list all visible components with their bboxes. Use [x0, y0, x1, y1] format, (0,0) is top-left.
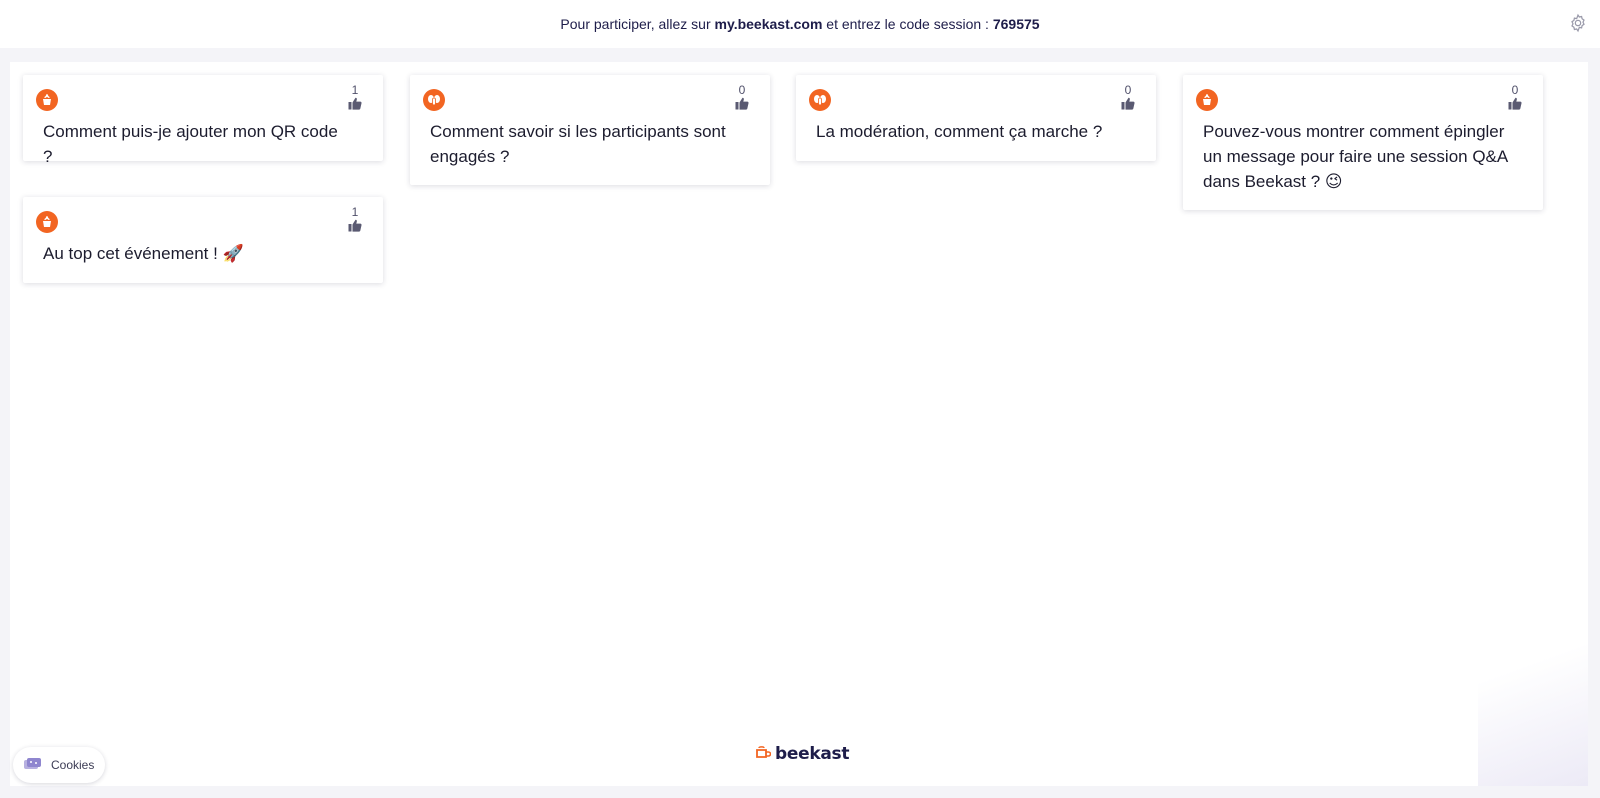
like-button[interactable]: 0	[1120, 83, 1136, 115]
like-count: 0	[1511, 83, 1519, 97]
site-link[interactable]: my.beekast.com	[715, 16, 823, 32]
settings-button[interactable]	[1568, 13, 1588, 36]
message-text: La modération, comment ça marche ?	[816, 122, 1103, 141]
message-card[interactable]: 0 Comment savoir si les participants son…	[410, 75, 770, 185]
decorative-shape	[1478, 586, 1588, 786]
session-code: 769575	[992, 16, 1040, 32]
session-banner: Pour participer, allez sur my.beekast.co…	[0, 0, 1600, 48]
message-card[interactable]: 0 Pouvez-vous montrer comment épingler u…	[1183, 75, 1543, 210]
bee-wings-icon	[423, 89, 445, 111]
bee-hat-icon	[1196, 89, 1218, 111]
gear-icon	[1568, 13, 1588, 36]
cookie-icon	[23, 757, 43, 774]
thumbs-up-icon	[1121, 97, 1135, 115]
banner-text: Pour participer, allez sur my.beekast.co…	[560, 16, 1040, 32]
message-text: Comment puis-je ajouter mon QR code ?	[43, 122, 338, 166]
cookies-button[interactable]: Cookies	[13, 747, 105, 783]
thumbs-up-icon	[735, 97, 749, 115]
thumbs-up-icon	[348, 219, 362, 237]
beekast-logo: beekast	[755, 744, 849, 764]
like-button[interactable]: 0	[1507, 83, 1523, 115]
message-wall: 1 Comment puis-je ajouter mon QR code ? …	[10, 62, 1588, 786]
message-card[interactable]: 1 Comment puis-je ajouter mon QR code ?	[23, 75, 383, 166]
beekast-logo-icon	[755, 745, 772, 764]
like-button[interactable]: 0	[734, 83, 750, 115]
message-card[interactable]: 1 Au top cet événement ! 🚀	[23, 197, 383, 283]
like-count: 0	[1124, 83, 1132, 97]
message-text: Comment savoir si les participants sont …	[430, 122, 726, 166]
like-button[interactable]: 1	[347, 205, 363, 237]
message-text: Au top cet événement ! 🚀	[43, 244, 244, 263]
cookies-label: Cookies	[51, 758, 95, 772]
message-text: Pouvez-vous montrer comment épingler un …	[1203, 122, 1508, 191]
thumbs-up-icon	[1508, 97, 1522, 115]
like-count: 1	[351, 83, 359, 97]
message-card[interactable]: 0 La modération, comment ça marche ?	[796, 75, 1156, 161]
like-count: 1	[351, 205, 359, 219]
like-count: 0	[738, 83, 746, 97]
brand-name: beekast	[775, 744, 850, 764]
thumbs-up-icon	[348, 97, 362, 115]
bee-hat-icon	[36, 211, 58, 233]
bee-hat-icon	[36, 89, 58, 111]
bee-wings-icon	[809, 89, 831, 111]
like-button[interactable]: 1	[347, 83, 363, 115]
